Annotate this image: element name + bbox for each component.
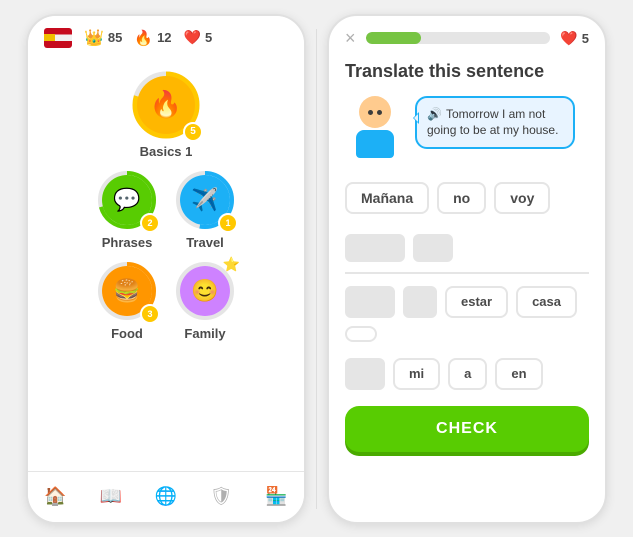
char-eye-left [368,110,373,115]
char-torso [356,130,394,158]
hearts-value-right: 5 [582,31,589,46]
word-chip-voy[interactable]: voy [494,182,550,214]
right-header: × ❤️ 5 [329,16,605,61]
lesson-phrases[interactable]: 💬 2 Phrases [96,169,158,250]
used-slot-row2 [345,358,385,390]
word-bank: estar casa [345,286,589,342]
progress-bar-fill [366,32,421,44]
food-badge: 3 [140,304,160,324]
lesson-basics1[interactable]: 🔥 5 Basics 1 [131,70,201,159]
family-label: Family [184,326,225,341]
speech-text: Tomorrow I am not going to be at my hous… [427,107,558,138]
used-slot-1 [345,286,395,318]
exercise-title: Translate this sentence [345,61,589,82]
nav-explore[interactable]: 🌐 [146,482,186,512]
hearts-stat-right: ❤️ 5 [560,30,589,47]
spanish-flag-icon [44,28,72,48]
answer-slot-1 [345,234,405,262]
phone-divider [316,29,317,509]
lesson-travel[interactable]: ✈️ 1 Travel [174,169,236,250]
right-phone: × ❤️ 5 Translate this sentence [327,14,607,524]
answer-slot-2 [413,234,453,262]
streak-value: 12 [157,30,171,45]
travel-label: Travel [186,235,224,250]
word-chip-no[interactable]: no [437,182,486,214]
hearts-value-left: 5 [205,30,212,45]
bottom-nav: 🏠 📖 🌐 🛡 🏪 [28,471,304,522]
char-eye-right [377,110,382,115]
streak-stat: 🔥 12 [134,29,171,47]
basics1-label: Basics 1 [140,144,193,159]
char-head [359,96,391,128]
word-chip-manana[interactable]: Mañana [345,182,429,214]
hearts-stat-left: ❤️ 5 [184,29,213,46]
nav-shop[interactable]: 🏪 [256,482,296,512]
bank-chip-estar[interactable]: estar [445,286,508,318]
answer-area [345,234,589,274]
lessons-content: 🔥 5 Basics 1 💬 [28,60,304,471]
bank-chip-casa[interactable]: casa [516,286,577,318]
character-section: 🔊Tomorrow I am not going to be at my hou… [345,96,589,166]
heart-icon-right: ❤️ [560,30,577,47]
phrases-badge: 2 [140,213,160,233]
crown-icon: 👑 [84,28,104,48]
lesson-food[interactable]: 🍔 3 Food [96,260,158,341]
fire-icon: 🔥 [134,29,153,47]
left-header: 👑 85 🔥 12 ❤️ 5 [28,16,304,60]
used-slot-2 [403,286,437,318]
nav-lessons[interactable]: 📖 [91,482,131,512]
bank-chip-mi[interactable]: mi [393,358,440,390]
lesson-row-2: 💬 2 Phrases ✈️ 1 [96,169,236,250]
nav-home[interactable]: 🏠 [36,482,76,512]
speaker-icon[interactable]: 🔊 [427,106,442,123]
word-choices: Mañana no voy [345,182,589,214]
check-button[interactable]: CHECK [345,406,589,452]
xp-value: 85 [108,30,122,45]
left-phone: 👑 85 🔥 12 ❤️ 5 [26,14,306,524]
food-label: Food [111,326,143,341]
lesson-family[interactable]: 😊 ⭐ Family [174,260,236,341]
speech-bubble: 🔊Tomorrow I am not going to be at my hou… [415,96,575,150]
answer-slots [345,234,589,270]
heart-icon-left: ❤️ [184,29,201,46]
bank-chip-en[interactable]: en [495,358,542,390]
character-avatar [345,96,405,166]
nav-shield[interactable]: 🛡 [201,482,241,512]
exercise-content: Translate this sentence 🔊Tomorrow I am n… [329,61,605,522]
lesson-row-3: 🍔 3 Food 😊 ⭐ [96,260,236,341]
bank-chip-a[interactable]: a [448,358,487,390]
progress-bar [366,32,551,44]
phrases-label: Phrases [102,235,153,250]
xp-stat: 👑 85 [84,28,122,48]
travel-badge: 1 [218,213,238,233]
close-button[interactable]: × [345,28,356,49]
bank-chip-mi-row [345,326,377,342]
basics1-badge: 5 [183,122,203,142]
